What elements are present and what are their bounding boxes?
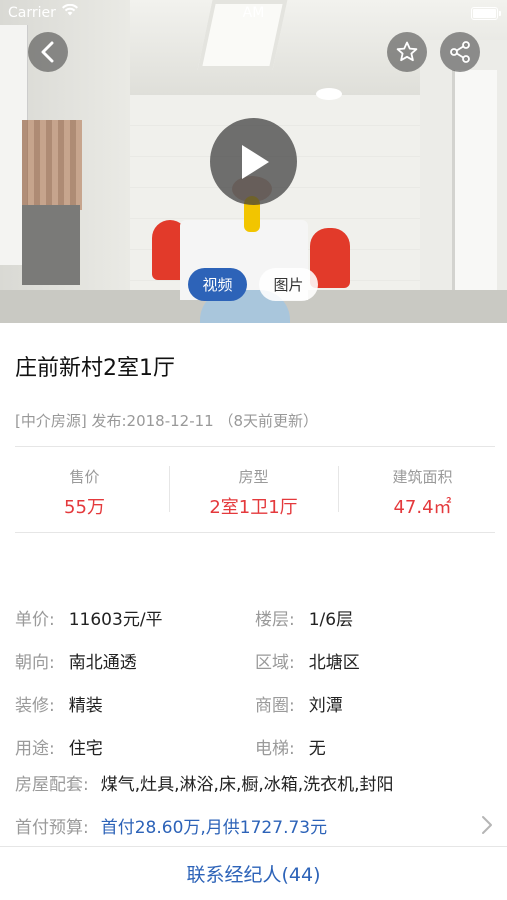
play-video-button[interactable] [210, 118, 297, 205]
back-button[interactable] [28, 32, 68, 72]
detail-key: 单价: [15, 610, 55, 630]
battery-icon [471, 7, 501, 20]
budget-value: 首付28.60万,月供1727.73元 [100, 818, 328, 838]
star-icon [396, 41, 418, 62]
chevron-left-icon [41, 41, 54, 63]
budget-key: 首付预算: [15, 818, 89, 838]
detail-unit-price: 单价: 11603元/平 [15, 605, 255, 630]
facilities-value: 煤气,灶具,淋浴,床,橱,冰箱,洗衣机,封阳 [100, 775, 394, 795]
facilities-row: 房屋配套: 煤气,灶具,淋浴,床,橱,冰箱,洗衣机,封阳 [15, 770, 394, 795]
tab-video[interactable]: 视频 [188, 268, 247, 301]
stat-value: 55万 [64, 497, 105, 518]
divider [15, 532, 495, 533]
detail-row: 单价: 11603元/平 楼层: 1/6层 [15, 596, 495, 639]
stat-area: 建筑面积 47.4㎡ [338, 460, 507, 520]
detail-orientation: 朝向: 南北通透 [15, 648, 255, 673]
chevron-right-icon [482, 816, 492, 834]
detail-value: 北塘区 [308, 653, 360, 673]
stat-price: 售价 55万 [0, 460, 169, 520]
detail-value: 刘潭 [308, 696, 343, 716]
status-bar: Carrier AM [0, 0, 507, 28]
detail-decoration: 装修: 精装 [15, 691, 255, 716]
share-icon [450, 41, 470, 63]
stat-layout: 房型 2室1卫1厅 [169, 460, 338, 520]
detail-business-area: 商圈: 刘潭 [255, 691, 495, 716]
media-tabs: 视频 图片 [188, 268, 318, 301]
status-time: AM [242, 5, 265, 21]
stat-label: 建筑面积 [392, 468, 453, 486]
detail-key: 用途: [15, 739, 55, 759]
stat-label: 房型 [238, 468, 269, 486]
detail-key: 装修: [15, 696, 55, 716]
detail-floor: 楼层: 1/6层 [255, 605, 495, 630]
stat-label: 售价 [69, 468, 100, 486]
detail-value: 南北通透 [68, 653, 137, 673]
listing-title: 庄前新村2室1厅 [15, 356, 175, 381]
detail-usage: 用途: 住宅 [15, 734, 255, 759]
stat-value: 47.4㎡ [393, 497, 452, 518]
key-stats: 售价 55万 房型 2室1卫1厅 建筑面积 47.4㎡ [0, 460, 507, 520]
detail-key: 商圈: [255, 696, 295, 716]
facilities-key: 房屋配套: [15, 775, 89, 795]
detail-value: 住宅 [68, 739, 103, 759]
detail-key: 电梯: [255, 739, 295, 759]
detail-district: 区域: 北塘区 [255, 648, 495, 673]
divider [15, 446, 495, 447]
detail-row: 装修: 精装 商圈: 刘潭 [15, 682, 495, 725]
detail-key: 楼层: [255, 610, 295, 630]
contact-agent-button[interactable]: 联系经纪人(44) [0, 846, 507, 900]
detail-value: 无 [308, 739, 326, 759]
detail-elevator: 电梯: 无 [255, 734, 495, 759]
detail-key: 朝向: [15, 653, 55, 673]
budget-row[interactable]: 首付预算: 首付28.60万,月供1727.73元 [15, 813, 493, 838]
detail-grid: 单价: 11603元/平 楼层: 1/6层 朝向: 南北通透 区域: 北塘区 装修: 精装… [15, 596, 495, 768]
detail-row: 朝向: 南北通透 区域: 北塘区 [15, 639, 495, 682]
stat-value: 2室1卫1厅 [209, 497, 298, 518]
share-button[interactable] [440, 32, 480, 72]
detail-row: 用途: 住宅 电梯: 无 [15, 725, 495, 768]
listing-meta: [中介房源] 发布:2018-12-11 （8天前更新） [15, 412, 319, 430]
hero-media: Carrier AM 视频 图片 [0, 0, 507, 323]
detail-value: 1/6层 [308, 610, 354, 630]
detail-value: 精装 [68, 696, 103, 716]
tab-photos[interactable]: 图片 [259, 268, 318, 301]
detail-key: 区域: [255, 653, 295, 673]
favorite-button[interactable] [387, 32, 427, 72]
play-icon [241, 144, 269, 179]
detail-value: 11603元/平 [68, 610, 163, 630]
